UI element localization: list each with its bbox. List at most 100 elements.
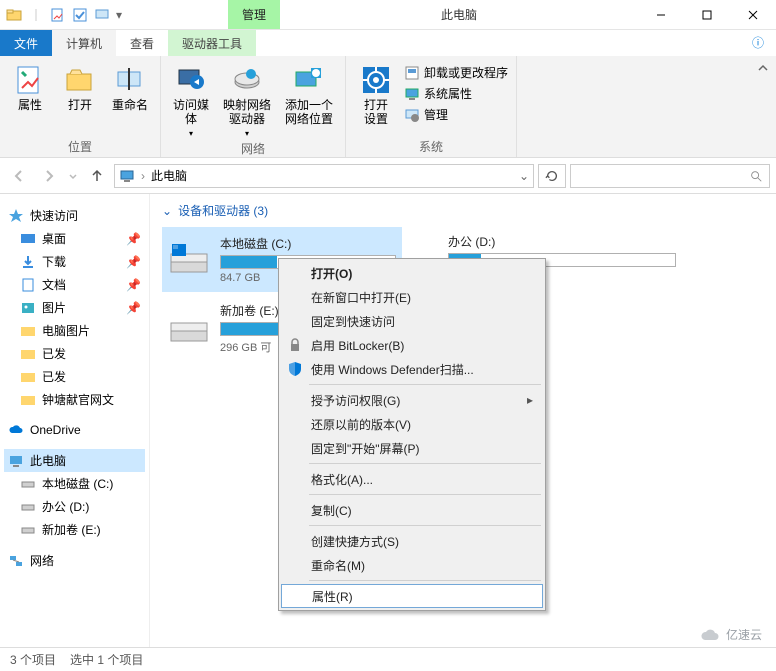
qat-dropdown-icon[interactable] [94,7,110,23]
sidebar-folder-yifa2[interactable]: 已发 [4,365,145,388]
star-icon [8,208,24,224]
back-button[interactable] [6,163,32,189]
group-label: 网络 [241,138,265,157]
drive-name: 本地磁盘 (C:) [220,235,396,252]
ctx-pin-quick[interactable]: 固定到快速访问 [281,309,543,333]
navigation-bar: › 此电脑 ⌄ [0,158,776,194]
tab-view[interactable]: 查看 [116,30,168,56]
ctx-properties[interactable]: 属性(R) [281,584,543,608]
address-dropdown-icon[interactable]: ⌄ [519,169,529,183]
chevron-down-icon: ⌄ [162,204,172,218]
drive-icon [168,309,210,349]
pin-icon: 📌 [126,278,141,292]
maximize-button[interactable] [684,0,730,29]
ctx-grant-access[interactable]: 授予访问权限(G)▸ [281,388,543,412]
pin-icon: 📌 [126,255,141,269]
contextual-tab-header: 管理 [228,0,280,29]
tab-computer[interactable]: 计算机 [52,30,116,56]
tab-drive-tools[interactable]: 驱动器工具 [168,30,256,56]
cloud-icon [8,422,24,438]
breadcrumb[interactable]: 此电脑 [151,167,187,184]
section-header[interactable]: ⌄ 设备和驱动器 (3) [162,202,764,219]
context-menu: 打开(O) 在新窗口中打开(E) 固定到快速访问 启用 BitLocker(B)… [278,258,546,611]
close-button[interactable] [730,0,776,29]
ctx-open-new-window[interactable]: 在新窗口中打开(E) [281,285,543,309]
network-icon [8,553,24,569]
sidebar-folder-zhongtang[interactable]: 钟塘献官网文 [4,388,145,411]
drive-icon [20,522,36,538]
rename-button[interactable]: 重命名 [108,60,152,112]
drive-name: 办公 (D:) [448,233,676,250]
sidebar-drive-d[interactable]: 办公 (D:) [4,495,145,518]
ctx-defender[interactable]: 使用 Windows Defender扫描... [281,357,543,381]
ctx-open[interactable]: 打开(O) [281,261,543,285]
ctx-create-shortcut[interactable]: 创建快捷方式(S) [281,529,543,553]
ribbon-tabs: 文件 计算机 查看 驱动器工具 ⓘ [0,30,776,56]
ribbon: 属性 打开 重命名 位置 访问媒体▾ 映射网络 驱动器▾ 添加一个 网络位置 网… [0,56,776,158]
status-bar: 3 个项目 选中 1 个项目 [0,647,776,671]
download-icon [20,254,36,270]
ctx-restore[interactable]: 还原以前的版本(V) [281,412,543,436]
drive-icon [20,499,36,515]
ribbon-group-location: 属性 打开 重命名 位置 [0,56,161,157]
this-pc-icon [8,453,24,469]
up-button[interactable] [84,163,110,189]
group-label: 位置 [68,136,92,155]
ribbon-group-system: 打开 设置 卸载或更改程序 系统属性 管理 系统 [346,56,517,157]
access-media-button[interactable]: 访问媒体▾ [169,60,213,138]
sidebar-drive-e[interactable]: 新加卷 (E:) [4,518,145,541]
add-network-location-button[interactable]: 添加一个 网络位置 [281,60,337,127]
sidebar-documents[interactable]: 文档📌 [4,273,145,296]
sidebar-pictures[interactable]: 图片📌 [4,296,145,319]
sidebar-quick-access[interactable]: 快速访问 [4,204,145,227]
ctx-copy[interactable]: 复制(C) [281,498,543,522]
folder-icon [20,323,36,339]
ctx-bitlocker[interactable]: 启用 BitLocker(B) [281,333,543,357]
qat-overflow-icon[interactable]: ▾ [116,8,122,22]
help-icon[interactable]: ⓘ [752,34,770,51]
group-label: 系统 [419,136,443,155]
shield-icon [287,361,303,377]
window-title: 此电脑 [280,0,638,29]
pin-icon: 📌 [126,232,141,246]
properties-button[interactable]: 属性 [8,60,52,112]
map-drive-button[interactable]: 映射网络 驱动器▾ [219,60,275,138]
watermark: 亿速云 [700,626,762,643]
drive-windows-icon [168,240,210,280]
address-bar[interactable]: › 此电脑 ⌄ [114,164,534,188]
sidebar-drive-c[interactable]: 本地磁盘 (C:) [4,472,145,495]
status-selection-count: 选中 1 个项目 [70,651,143,668]
drive-icon [20,476,36,492]
checkbox-qat-icon[interactable] [72,7,88,23]
titlebar: ▾ 管理 此电脑 [0,0,776,30]
sidebar-desktop[interactable]: 桌面📌 [4,227,145,250]
sidebar-downloads[interactable]: 下载📌 [4,250,145,273]
refresh-button[interactable] [538,164,566,188]
minimize-button[interactable] [638,0,684,29]
tab-file[interactable]: 文件 [0,30,52,56]
properties-qat-icon[interactable] [50,7,66,23]
forward-button[interactable] [36,163,62,189]
recent-locations-button[interactable] [66,163,80,189]
sidebar-onedrive[interactable]: OneDrive [4,419,145,441]
folder-icon [20,369,36,385]
manage-button[interactable]: 管理 [404,106,508,123]
ribbon-group-network: 访问媒体▾ 映射网络 驱动器▾ 添加一个 网络位置 网络 [161,56,346,157]
sidebar-folder-pc-pictures[interactable]: 电脑图片 [4,319,145,342]
status-item-count: 3 个项目 [10,651,56,668]
collapse-ribbon-button[interactable] [750,56,776,157]
open-button[interactable]: 打开 [58,60,102,112]
ctx-format[interactable]: 格式化(A)... [281,467,543,491]
folder-icon [20,392,36,408]
open-settings-button[interactable]: 打开 设置 [354,60,398,127]
sidebar-folder-yifa1[interactable]: 已发 [4,342,145,365]
search-input[interactable] [570,164,770,188]
submenu-arrow-icon: ▸ [527,393,533,407]
system-properties-button[interactable]: 系统属性 [404,85,508,102]
sidebar-this-pc[interactable]: 此电脑 [4,449,145,472]
pin-icon: 📌 [126,301,141,315]
ctx-rename[interactable]: 重命名(M) [281,553,543,577]
sidebar-network[interactable]: 网络 [4,549,145,572]
ctx-pin-start[interactable]: 固定到"开始"屏幕(P) [281,436,543,460]
uninstall-programs-button[interactable]: 卸载或更改程序 [404,64,508,81]
